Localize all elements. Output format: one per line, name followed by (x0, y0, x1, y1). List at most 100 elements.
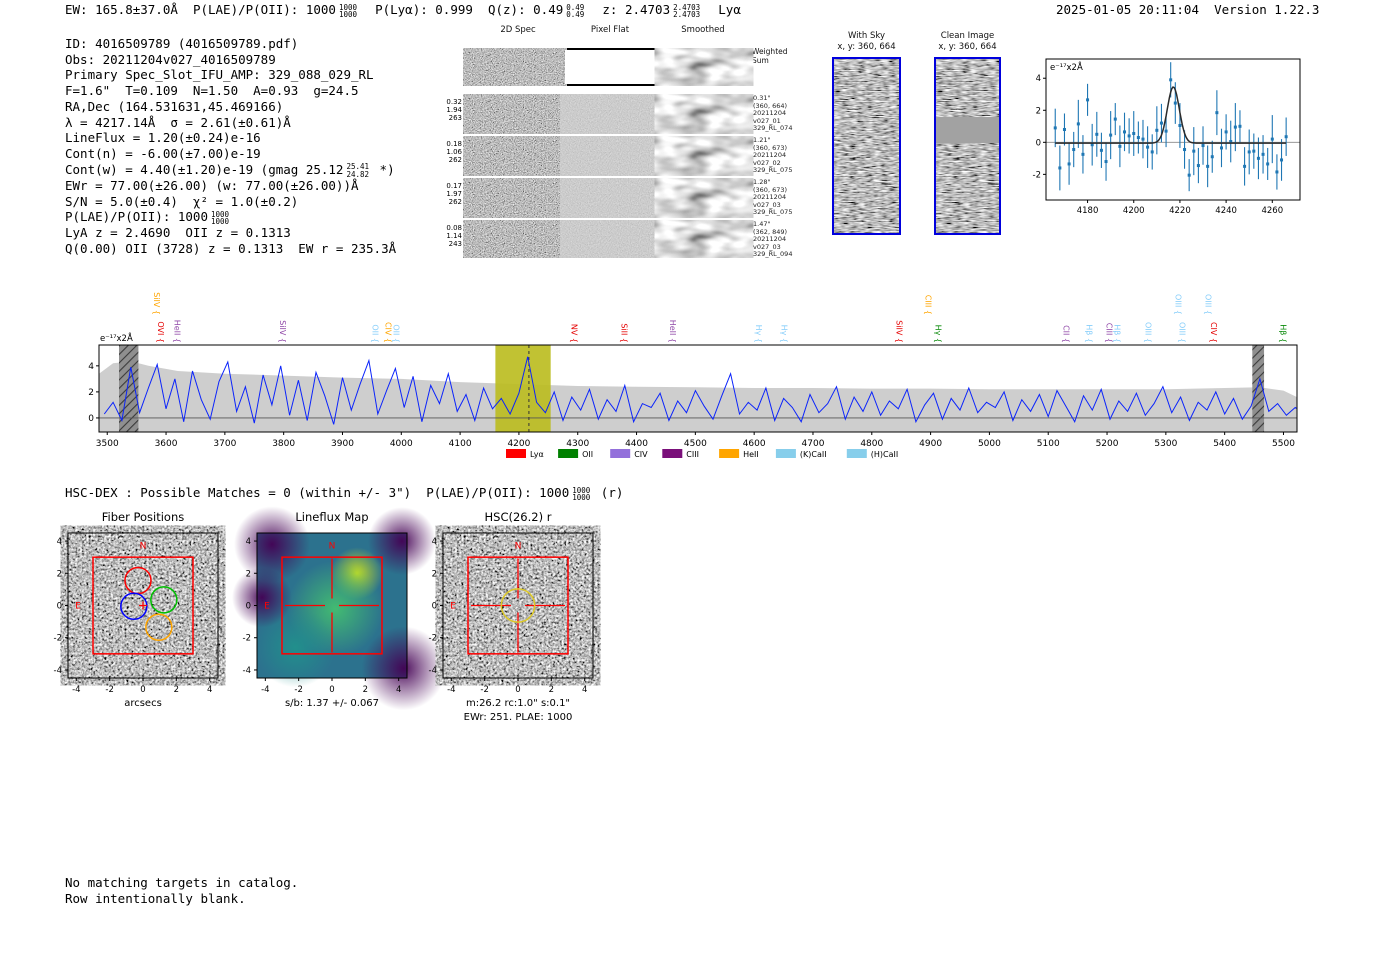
flux-units-annotation: e⁻¹⁷x2Å (100, 332, 133, 344)
data-point (1206, 164, 1210, 168)
emission-line-label: OVI { (156, 321, 165, 343)
legend-label: OII (582, 450, 593, 459)
panel-lineflux-map: Lineflux Map N E -4 -4 -2 -2 0 0 2 2 4 4 s/b: 1.37 +/… (232, 506, 446, 711)
x-tick-label: 3600 (155, 439, 178, 449)
report-timestamp: 2025-01-05 20:11:04 (1056, 2, 1199, 17)
info-line: LineFlux = 1.20(±0.24)e-16 (65, 130, 261, 146)
emission-line-label: CIV { (384, 322, 393, 343)
cutout-image (468, 96, 562, 132)
x-tick-label: 3900 (331, 439, 354, 449)
sky-panel-image (934, 57, 1001, 235)
x-tick-label: 4 (582, 685, 587, 695)
data-point (1136, 136, 1140, 140)
data-point (1215, 111, 1219, 115)
y-tick-label: -4 (429, 666, 437, 676)
sky-panel-coords: x, y: 360, 664 (938, 42, 997, 52)
x-tick-label: 0 (329, 685, 334, 695)
y-tick-label: 0 (88, 414, 94, 424)
data-point (1159, 121, 1163, 125)
data-point (1123, 130, 1127, 134)
x-tick-label: 3500 (96, 439, 119, 449)
cutout-image (565, 138, 656, 174)
data-point (1243, 164, 1247, 168)
y-tick-label: 2 (432, 569, 437, 579)
info-line: Q(0.00) OII (3728) z = 0.1313 EW r = 235… (65, 241, 397, 257)
cutout-left-stats: 0.32 1.94 263 (446, 98, 462, 123)
stacked-fraction: 1000 1000 (211, 210, 230, 227)
x-tick-label: -2 (294, 685, 302, 695)
legend-label: CIII (686, 450, 699, 459)
data-point (1099, 148, 1103, 152)
x-tick-label: -2 (480, 685, 488, 695)
y-tick-label: 0 (246, 602, 251, 612)
info-line: Primary Spec_Slot_IFU_AMP: 329_088_029_R… (65, 67, 374, 83)
data-point (1113, 117, 1117, 121)
x-tick-label: 3700 (213, 439, 236, 449)
y-tick-label: -2 (429, 634, 437, 644)
emission-line-highlight-band (495, 345, 551, 432)
y-tick-label: 4 (246, 537, 251, 547)
y-tick-label: 2 (246, 569, 251, 579)
emission-line-label: CIII { (1105, 323, 1114, 343)
report-version: Version 1.22.3 (1214, 2, 1320, 17)
x-tick-label: 4000 (390, 439, 413, 449)
grayscale-cutout-image (443, 533, 593, 678)
y-tick-label: -2 (54, 634, 62, 644)
data-point (1081, 152, 1085, 156)
emission-line-label: CIII { (923, 295, 932, 315)
legend-swatch (662, 449, 683, 458)
cutout-image (659, 138, 749, 174)
emission-line-label: OIII { (1177, 322, 1186, 343)
y-tick-label: 2 (57, 569, 62, 579)
data-point (1210, 155, 1214, 159)
x-tick-label: 4100 (449, 439, 472, 449)
x-tick-label: 4220 (1169, 206, 1191, 216)
cutout-image (659, 180, 749, 216)
panel-fiber-positions: Fiber Positions N E -4 -4 -2 -2 0 0 2 2 4 4 arcsecs (54, 510, 219, 709)
summary-header: EW: 165.8±37.0Å P(LAE)/P(OII): 1000 1000 1… (65, 2, 756, 18)
data-point (1266, 162, 1270, 166)
legend-label: HeII (743, 450, 759, 459)
y-tick-label: 4 (1036, 74, 1041, 84)
cutout-row (466, 94, 749, 134)
line-fit-inset-plot: 4180 4200 4220 4240 4260 -2 0 2 4 e⁻¹⁷x2Å (1033, 58, 1301, 216)
data-point (1104, 160, 1108, 164)
legend-swatch (506, 449, 526, 458)
cutout-image (565, 96, 656, 132)
x-tick-label: 4700 (802, 439, 825, 449)
hsc-dex-text: HSC-DEX : Possible Matches = 0 (within +… (65, 485, 624, 502)
emission-line-label: CII { (1062, 325, 1071, 343)
x-tick-label: 5000 (978, 439, 1001, 449)
stacked-fraction: 25.41 24.82 (346, 162, 370, 179)
x-tick-label: -4 (261, 685, 269, 695)
header-item: P(LAE)/P(OII): 1000 (192, 2, 336, 17)
compass-east-label: E (450, 602, 456, 612)
y-tick-label: 0 (57, 602, 62, 612)
legend-swatch (846, 449, 867, 458)
panel-title: Lineflux Map (295, 510, 368, 524)
data-point (1169, 78, 1173, 82)
data-point (1173, 101, 1177, 105)
x-tick-label: 4240 (1215, 206, 1237, 216)
x-tick-label: 5200 (1096, 439, 1119, 449)
header-gap (1199, 2, 1214, 17)
legend-swatch (610, 449, 631, 458)
full-spectrum-plot: 3500 3600 3700 3800 3900 4000 4100 4200 4300 4400… (88, 292, 1298, 459)
y-tick-label: 4 (57, 537, 62, 547)
stacked-fraction: 0.49 0.49 (566, 2, 585, 19)
data-point (1196, 164, 1200, 168)
header-item: EW: 165.8±37.0Å (65, 2, 178, 17)
info-line: Cont(w) = 4.40(±1.20)e-19 (gmag 25.12 25.… (65, 161, 395, 179)
x-tick-label: -4 (72, 685, 80, 695)
x-tick-label: 5300 (1154, 439, 1177, 449)
cutout-image (468, 50, 562, 84)
emission-line-label: OII { (392, 324, 401, 343)
data-point (1224, 130, 1228, 134)
footer-line: Row intentionally blank. (65, 890, 246, 906)
emission-line-label: SiIV { (895, 320, 904, 343)
stacked-fraction: 2.4703 2.4703 (673, 2, 701, 19)
emission-line-label: OIII { (1203, 294, 1212, 315)
gaussian-fit-line (1055, 86, 1287, 144)
emission-line-label: HeII { (668, 320, 677, 343)
emission-line-label: Hγ { (933, 325, 942, 343)
